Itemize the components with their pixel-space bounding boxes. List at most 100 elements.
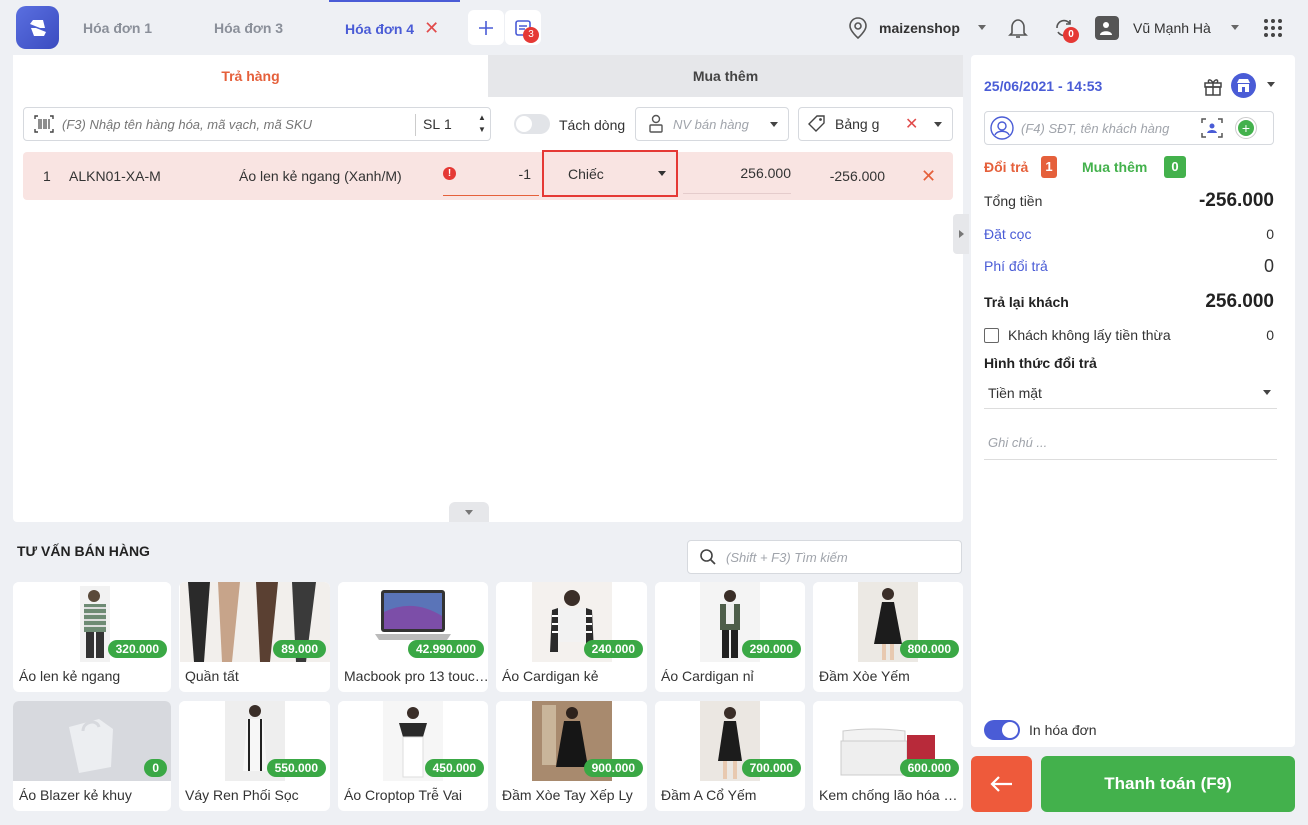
product-card[interactable]: 800.000 Đầm Xòe Yếm bbox=[813, 582, 963, 692]
user-avatar-icon bbox=[1095, 15, 1119, 40]
note-field[interactable]: Ghi chú ... bbox=[984, 425, 1277, 460]
product-price: 42.990.000 bbox=[407, 640, 484, 658]
orders-button[interactable]: 3 bbox=[505, 10, 541, 45]
chevron-right-icon bbox=[958, 230, 964, 238]
product-card[interactable]: 42.990.000 Macbook pro 13 touch bar bbox=[338, 582, 488, 692]
search-icon bbox=[700, 549, 716, 565]
invoice-datetime[interactable]: 25/06/2021 - 14:53 bbox=[984, 78, 1102, 94]
sync-button[interactable]: 0 bbox=[1053, 0, 1079, 55]
notifications-button[interactable] bbox=[1006, 0, 1030, 55]
product-card[interactable]: 320.000 Áo len kẻ ngang bbox=[13, 582, 171, 692]
advice-search[interactable]: (Shift + F3) Tìm kiếm bbox=[687, 540, 962, 574]
return-count-badge: 1 bbox=[1041, 156, 1057, 178]
add-customer-button[interactable]: + bbox=[1235, 117, 1257, 139]
product-price: 700.000 bbox=[741, 759, 801, 777]
app-logo[interactable] bbox=[16, 6, 59, 49]
orders-badge: 3 bbox=[523, 27, 539, 43]
product-card[interactable]: 600.000 Kem chống lão hóa Olay bbox=[813, 701, 963, 811]
refund-method-select[interactable]: Tiền mặt bbox=[984, 377, 1277, 409]
apps-menu-button[interactable] bbox=[1263, 0, 1283, 55]
chevron-down-icon[interactable] bbox=[1267, 82, 1275, 87]
user-menu[interactable]: Vũ Mạnh Hà bbox=[1095, 0, 1239, 55]
expand-side-handle[interactable] bbox=[953, 214, 969, 254]
product-name: Đầm Xòe Tay Xếp Ly bbox=[502, 787, 633, 803]
tab-return[interactable]: Trả hàng bbox=[13, 55, 488, 97]
return-count-label: Đổi trả bbox=[984, 159, 1029, 175]
gift-icon[interactable] bbox=[1202, 75, 1224, 97]
bell-icon bbox=[1008, 18, 1028, 38]
remove-line-icon[interactable]: ✕ bbox=[921, 152, 936, 200]
qty-value[interactable]: 1 bbox=[444, 116, 452, 132]
store-icon[interactable] bbox=[1231, 73, 1256, 98]
grid-icon bbox=[1264, 18, 1282, 37]
checkout-panel: 25/06/2021 - 14:53 (F4) SĐT, tên khách h… bbox=[971, 55, 1295, 747]
product-name: Quần tất bbox=[185, 668, 239, 684]
pricebook-select[interactable]: Bảng g ✕ bbox=[798, 107, 953, 141]
staff-select[interactable]: NV bán hàng bbox=[635, 107, 789, 141]
chevron-down-icon bbox=[977, 25, 986, 30]
product-card[interactable]: 290.000 Áo Cardigan nỉ bbox=[655, 582, 805, 692]
total-row: Tổng tiền -256.000 bbox=[984, 190, 1274, 211]
product-search[interactable]: SL 1 ▲▼ bbox=[23, 107, 491, 141]
clear-pricebook-icon[interactable]: ✕ bbox=[905, 114, 918, 134]
split-line-toggle[interactable] bbox=[514, 114, 550, 134]
tab-invoice-4[interactable]: Hóa đơn 4 ✕ bbox=[329, 0, 460, 55]
product-card[interactable]: 89.000 Quần tất bbox=[179, 582, 330, 692]
product-name: Áo Blazer kẻ khuy bbox=[19, 787, 132, 803]
deposit-row[interactable]: Đặt cọc 0 bbox=[984, 223, 1274, 245]
cart-panel: Trả hàng Mua thêm SL 1 ▲▼ Tách dòng NV b… bbox=[13, 55, 963, 522]
product-price: 0 bbox=[144, 759, 167, 777]
refund-row: Trả lại khách 256.000 bbox=[984, 291, 1274, 312]
product-name: Kem chống lão hóa Olay bbox=[819, 787, 963, 803]
return-fee-row[interactable]: Phí đổi trả 0 bbox=[984, 255, 1274, 277]
line-name: Áo len kẻ ngang (Xanh/M) bbox=[239, 168, 402, 184]
chevron-down-icon bbox=[934, 121, 942, 127]
product-price: 550.000 bbox=[266, 759, 326, 777]
product-search-input[interactable] bbox=[62, 116, 392, 132]
pay-button[interactable]: Thanh toán (F9) bbox=[1041, 756, 1295, 812]
tab-invoice-1[interactable]: Hóa đơn 1 bbox=[83, 0, 152, 55]
tab-invoice-3[interactable]: Hóa đơn 3 bbox=[214, 0, 283, 55]
product-price: 240.000 bbox=[583, 640, 643, 658]
product-card[interactable]: 900.000 Đầm Xòe Tay Xếp Ly bbox=[496, 701, 647, 811]
refund-value: 256.000 bbox=[1205, 291, 1274, 312]
line-qty[interactable]: ! -1 bbox=[443, 152, 539, 196]
divider bbox=[415, 114, 416, 136]
back-button[interactable] bbox=[971, 756, 1032, 812]
chevron-down-icon bbox=[465, 509, 473, 515]
refund-method-label: Hình thức đổi trả bbox=[984, 355, 1097, 371]
chevron-down-icon bbox=[658, 171, 666, 176]
product-card[interactable]: 0 Áo Blazer kẻ khuy bbox=[13, 701, 171, 811]
buy-count-label: Mua thêm bbox=[1082, 159, 1148, 175]
product-name: Áo Cardigan kẻ bbox=[502, 668, 599, 684]
print-invoice-toggle[interactable] bbox=[984, 720, 1020, 740]
collapse-handle[interactable] bbox=[449, 502, 489, 522]
tab-buy-more[interactable]: Mua thêm bbox=[488, 55, 963, 97]
product-card[interactable]: 550.000 Váy Ren Phối Sọc bbox=[179, 701, 330, 811]
unit-select[interactable]: Chiếc bbox=[542, 150, 678, 197]
product-card[interactable]: 240.000 Áo Cardigan kẻ bbox=[496, 582, 647, 692]
product-card[interactable]: 700.000 Đầm A Cổ Yếm bbox=[655, 701, 805, 811]
cart-line-item[interactable]: 1 ALKN01-XA-M Áo len kẻ ngang (Xanh/M) !… bbox=[23, 150, 953, 200]
plus-icon: + bbox=[1238, 120, 1254, 136]
product-price: 600.000 bbox=[899, 759, 959, 777]
customer-search[interactable]: (F4) SĐT, tên khách hàng + bbox=[984, 111, 1274, 145]
section-title: TƯ VẤN BÁN HÀNG bbox=[17, 543, 150, 559]
add-tab-button[interactable] bbox=[468, 10, 504, 45]
scan-card-icon[interactable] bbox=[1201, 118, 1223, 138]
line-price[interactable]: 256.000 bbox=[683, 152, 791, 194]
line-sku: ALKN01-XA-M bbox=[69, 168, 161, 184]
product-price: 900.000 bbox=[583, 759, 643, 777]
product-name: Macbook pro 13 touch bar bbox=[344, 668, 488, 684]
product-card[interactable]: 450.000 Áo Croptop Trễ Vai bbox=[338, 701, 488, 811]
user-icon bbox=[649, 114, 663, 133]
shopping-bag-icon bbox=[69, 719, 113, 773]
shop-selector[interactable]: maizenshop bbox=[848, 0, 986, 55]
product-name: Áo Croptop Trễ Vai bbox=[344, 787, 463, 803]
close-tab-icon[interactable]: ✕ bbox=[424, 18, 439, 39]
no-change-checkbox[interactable] bbox=[984, 327, 999, 343]
total-value: -256.000 bbox=[1198, 190, 1274, 211]
qty-stepper[interactable]: ▲ ▼ bbox=[478, 112, 486, 136]
product-price: 89.000 bbox=[273, 640, 326, 658]
product-price: 800.000 bbox=[899, 640, 959, 658]
